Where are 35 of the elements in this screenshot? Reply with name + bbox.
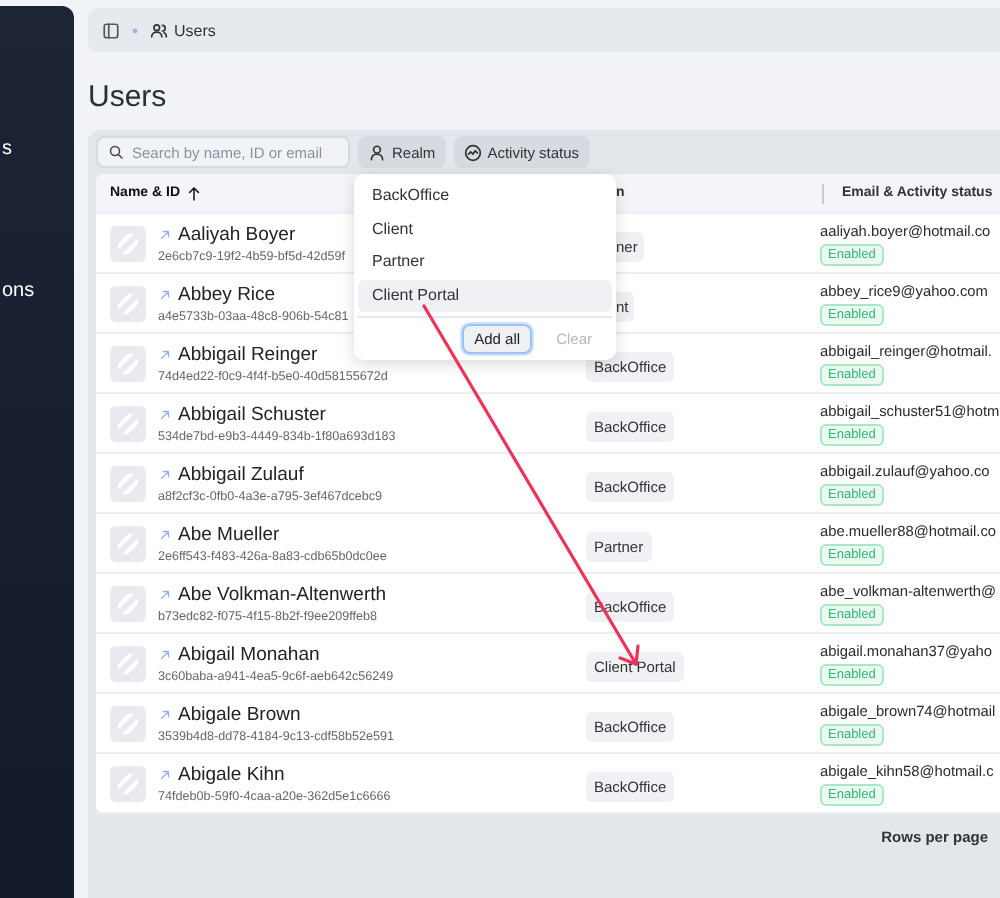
user-name[interactable]: Abe Mueller bbox=[178, 523, 280, 545]
arrow-up-right-icon bbox=[158, 227, 172, 241]
pulse-circle-icon bbox=[463, 143, 482, 161]
sidebar-item[interactable]: s bbox=[2, 138, 12, 160]
arrow-up-right-icon bbox=[158, 467, 172, 481]
page-title: Users bbox=[88, 80, 169, 114]
arrow-up-right-icon bbox=[158, 767, 172, 781]
arrow-up-right-icon bbox=[158, 587, 172, 601]
user-name[interactable]: Aaliyah Boyer bbox=[178, 223, 296, 245]
search-icon bbox=[108, 144, 124, 160]
sidebar-toggle-icon bbox=[102, 21, 120, 39]
user-name[interactable]: Abigale Brown bbox=[178, 703, 301, 725]
menu-option[interactable]: Client Portal bbox=[358, 279, 612, 312]
menu-option[interactable]: Client bbox=[358, 213, 612, 246]
person-icon bbox=[368, 143, 386, 161]
arrow-up-right-icon bbox=[158, 707, 172, 721]
user-name[interactable]: Abe Volkman-Altenwerth bbox=[178, 583, 387, 605]
breadcrumb[interactable]: Users bbox=[150, 21, 216, 39]
user-name[interactable]: Abigail Monahan bbox=[178, 643, 320, 665]
arrow-up-right-icon bbox=[158, 347, 172, 361]
user-name[interactable]: Abigale Kihn bbox=[178, 763, 285, 785]
sidebar-item[interactable]: ons bbox=[2, 280, 35, 302]
user-name[interactable]: Abbigail Schuster bbox=[178, 403, 326, 425]
arrow-up-right-icon bbox=[158, 647, 172, 661]
arrow-up-right-icon bbox=[158, 287, 172, 301]
arrow-up-right-icon bbox=[158, 527, 172, 541]
user-name[interactable]: Abbey Rice bbox=[178, 283, 276, 305]
arrow-up-right-icon bbox=[158, 407, 172, 421]
user-name[interactable]: Abbigail Reinger bbox=[178, 343, 318, 365]
user-name[interactable]: Abbigail Zulauf bbox=[178, 463, 304, 485]
separator-dot-icon bbox=[132, 27, 138, 33]
menu-option[interactable]: Partner bbox=[358, 246, 612, 279]
menu-option[interactable]: BackOffice bbox=[358, 180, 612, 213]
users-icon bbox=[150, 21, 168, 39]
sort-up-icon bbox=[186, 185, 203, 201]
